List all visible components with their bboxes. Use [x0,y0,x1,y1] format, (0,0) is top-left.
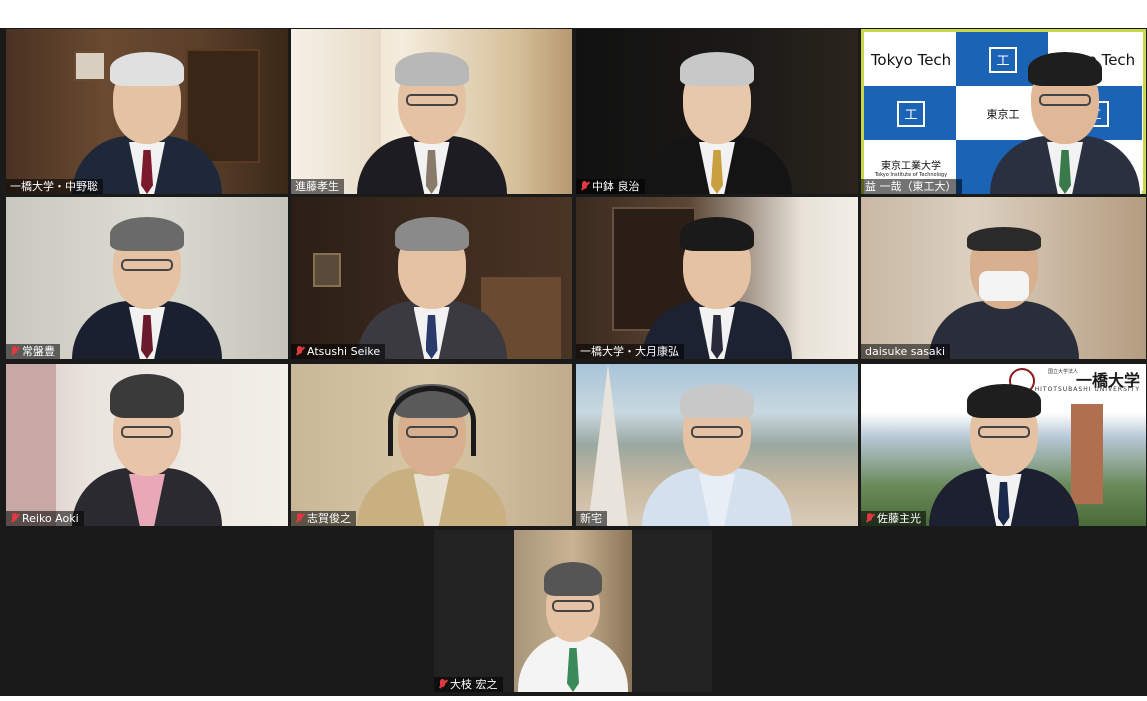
participant-video [72,217,222,359]
participant-video [642,52,792,194]
video-tile[interactable]: 新宅 [576,364,858,526]
video-tile[interactable]: 一橋大学・中野聡 [6,29,288,194]
participant-name-label: 益 一哉（東工大） [861,179,962,194]
face-mask [978,271,1029,301]
participant-name-label: 一橋大学・大月康弘 [576,344,684,359]
video-tile[interactable]: 中鉢 良治 [576,29,858,194]
participant-name-label: 新宅 [576,511,607,526]
participant-name-label: 進藤孝生 [291,179,344,194]
university-prefix: 国立大学法人 [1048,369,1079,375]
wall-picture [313,253,341,287]
participant-video [518,562,628,692]
participant-name-label: 一橋大学・中野聡 [6,179,103,194]
participant-name-label: daisuke sasaki [861,344,951,359]
mic-muted-icon [580,181,589,192]
mic-muted-icon [10,346,19,357]
participant-video [356,217,507,359]
participant-video [72,374,222,526]
mic-muted-icon [865,513,874,524]
video-tile[interactable]: 進藤孝生 [291,29,572,194]
window-curtain [6,364,56,526]
participant-video [928,384,1079,526]
mic-muted-icon [10,513,19,524]
participant-video [356,52,507,194]
university-logo-icon: ⼯ [897,100,925,127]
participant-video [990,52,1140,194]
participant-video [356,384,507,526]
mic-muted-icon [295,346,304,357]
video-tile[interactable]: 志賀俊之 [291,364,572,526]
participant-name-label: 中鉢 良治 [576,179,645,194]
video-tile[interactable]: Reiko Aoki [6,364,288,526]
brand-text: Tokyo Tech [864,32,958,87]
participant-name-label: 佐藤主光 [861,511,926,526]
video-gallery: 一橋大学・中野聡 進藤孝生 中鉢 良治 Tokyo Tech ⼯ Tokyo T… [0,28,1147,696]
logo-cell: ⼯ [864,86,958,141]
participant-video [642,217,792,359]
participant-video [642,384,792,526]
video-tile[interactable]: 大枝 宏之 [434,530,712,692]
participant-name-label: Reiko Aoki [6,511,84,526]
headset-icon [387,386,476,456]
participant-name-label: 常盤豊 [6,344,60,359]
participant-name-label: 大枝 宏之 [434,677,503,692]
participant-name-label: Atsushi Seike [291,344,386,359]
video-tile[interactable]: Atsushi Seike [291,197,572,359]
video-tile-active-speaker[interactable]: Tokyo Tech ⼯ Tokyo Tech ⼯ 東京工 ⼯ 東京工業大学To… [861,29,1146,194]
video-tile[interactable]: daisuke sasaki [861,197,1146,359]
video-frame [514,530,632,692]
mic-muted-icon [438,679,447,690]
mic-muted-icon [295,513,304,524]
video-tile[interactable]: 一橋大学・大月康弘 [576,197,858,359]
participant-video [928,224,1079,359]
participant-name-label: 志賀俊之 [291,511,356,526]
participant-video [72,52,222,194]
video-tile[interactable]: 国立大学法人 一橋大学 HITOTSUBASHI UNIVERSITY 佐藤主光 [861,364,1146,526]
video-tile[interactable]: 常盤豊 [6,197,288,359]
